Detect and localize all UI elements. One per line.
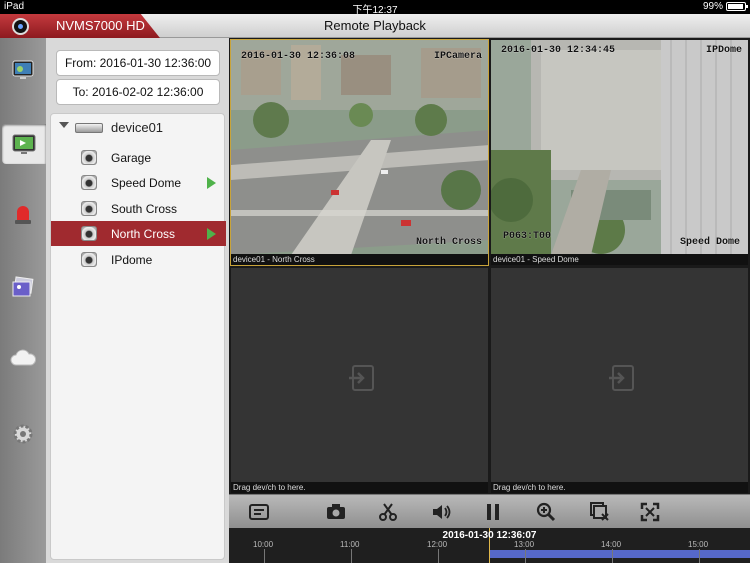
device-tree: device01 Garage Speed Dome South Cross N… [50, 113, 226, 560]
device-label: device01 [111, 120, 164, 135]
time-tick: 10:00 [253, 540, 274, 549]
video-window-1[interactable]: 2016-01-30 12:36:08 IPCamera North Cross… [230, 39, 489, 266]
clip-button[interactable] [377, 501, 399, 523]
osd-timestamp: 2016-01-30 12:34:45 [501, 45, 616, 56]
video-caption: Drag dev/ch to here. [491, 482, 748, 493]
osd-camera-name: IPCamera [433, 51, 482, 62]
status-bar: iPad 下午12:37 99% [0, 0, 750, 16]
time-tick: 13:00 [514, 540, 535, 549]
pause-button[interactable] [482, 501, 504, 523]
video-window-3[interactable]: Drag dev/ch to here. [230, 267, 489, 494]
video-window-4[interactable]: Drag dev/ch to here. [490, 267, 749, 494]
drop-target-icon [609, 365, 634, 391]
video-caption: device01 - North Cross [231, 254, 488, 265]
nav-rail [0, 38, 46, 563]
camera-icon [81, 252, 97, 267]
recording-segment [489, 550, 750, 558]
channel-label: Garage [111, 151, 152, 165]
playing-icon [207, 228, 216, 240]
time-tick: 14:00 [601, 540, 622, 549]
timeline-bar[interactable]: 2016-01-30 12:36:07 10:00 11:00 12:00 13… [229, 528, 750, 563]
video-caption: Drag dev/ch to here. [231, 482, 488, 493]
fullscreen-icon [640, 502, 660, 522]
camera-icon [81, 150, 97, 165]
time-tick: 11:00 [340, 540, 360, 549]
page-title: Remote Playback [324, 18, 426, 33]
osd-timestamp: 2016-01-30 12:36:08 [241, 51, 356, 62]
nav-cloud[interactable] [0, 338, 46, 378]
app-header: NVMS7000 HD Remote Playback [0, 14, 750, 38]
channel-label: North Cross [111, 227, 176, 241]
osd-ptz-position: P063:T00 [503, 231, 552, 242]
snapshot-button[interactable] [325, 501, 347, 523]
video-feed-north-cross: 2016-01-30 12:36:08 IPCamera North Cross [231, 40, 488, 255]
camera-snapshot-icon [327, 504, 345, 519]
expand-arrow-icon[interactable] [59, 122, 69, 128]
camera-icon [81, 175, 97, 190]
photos-icon [12, 276, 34, 297]
current-time: 2016-01-30 12:36:07 [442, 530, 537, 541]
playing-icon [207, 177, 216, 189]
battery-icon [726, 2, 748, 11]
channel-north-cross[interactable]: North Cross [51, 221, 226, 246]
channel-south-cross[interactable]: South Cross [51, 196, 226, 221]
drop-target-icon [349, 365, 374, 391]
audio-button[interactable] [431, 501, 453, 523]
nav-remote-playback[interactable] [2, 124, 46, 164]
battery-percent: 99% [702, 1, 723, 12]
video-grid: 2016-01-30 12:36:08 IPCamera North Cross… [229, 38, 750, 494]
alarm-light-icon [15, 206, 31, 224]
to-date-field[interactable]: To: 2016-02-02 12:36:00 [56, 79, 220, 105]
zoom-in-icon [536, 502, 556, 522]
channel-garage[interactable]: Garage [51, 145, 226, 170]
gear-icon [13, 424, 33, 444]
stop-all-button[interactable] [589, 501, 611, 523]
camera-icon [81, 201, 97, 216]
nav-live-view[interactable] [0, 50, 46, 90]
playback-icon [12, 134, 36, 154]
nav-alarm[interactable] [0, 194, 46, 234]
cloud-icon [10, 349, 37, 366]
monitor-icon [12, 60, 34, 79]
speaker-volume-icon [433, 505, 451, 519]
video-caption: device01 - Speed Dome [491, 254, 748, 265]
channel-label: South Cross [111, 202, 178, 216]
time-tick: 15:00 [688, 540, 709, 549]
camera-icon [81, 226, 97, 241]
channel-speed-dome[interactable]: Speed Dome [51, 170, 226, 195]
playback-list-icon [249, 504, 269, 520]
time-tick: 12:00 [427, 540, 448, 549]
nav-pictures[interactable] [0, 268, 46, 308]
video-window-2[interactable]: 2016-01-30 12:34:45 IPDome P063:T00 Spee… [490, 39, 749, 266]
device-node[interactable]: device01 [51, 114, 226, 140]
close-all-icon [590, 502, 609, 521]
scissors-clip-icon [379, 503, 397, 521]
channel-label: Speed Dome [111, 176, 182, 190]
from-date-field[interactable]: From: 2016-01-30 12:36:00 [56, 50, 220, 76]
video-feed-speed-dome: 2016-01-30 12:34:45 IPDome P063:T00 Spee… [491, 40, 748, 255]
osd-channel-name: Speed Dome [679, 237, 740, 248]
nav-settings[interactable] [0, 414, 46, 454]
osd-channel-name: North Cross [415, 237, 482, 248]
dvr-device-icon [75, 123, 103, 133]
fullscreen-button[interactable] [639, 501, 661, 523]
device-panel: From: 2016-01-30 12:36:00 To: 2016-02-02… [46, 38, 229, 563]
osd-camera-name: IPDome [705, 45, 742, 56]
channel-ipdome[interactable]: IPdome [51, 247, 226, 272]
channel-label: IPdome [111, 253, 153, 267]
playback-toolbar [229, 494, 750, 528]
zoom-button[interactable] [535, 501, 557, 523]
playback-list-button[interactable] [248, 501, 270, 523]
pause-icon [487, 504, 499, 520]
